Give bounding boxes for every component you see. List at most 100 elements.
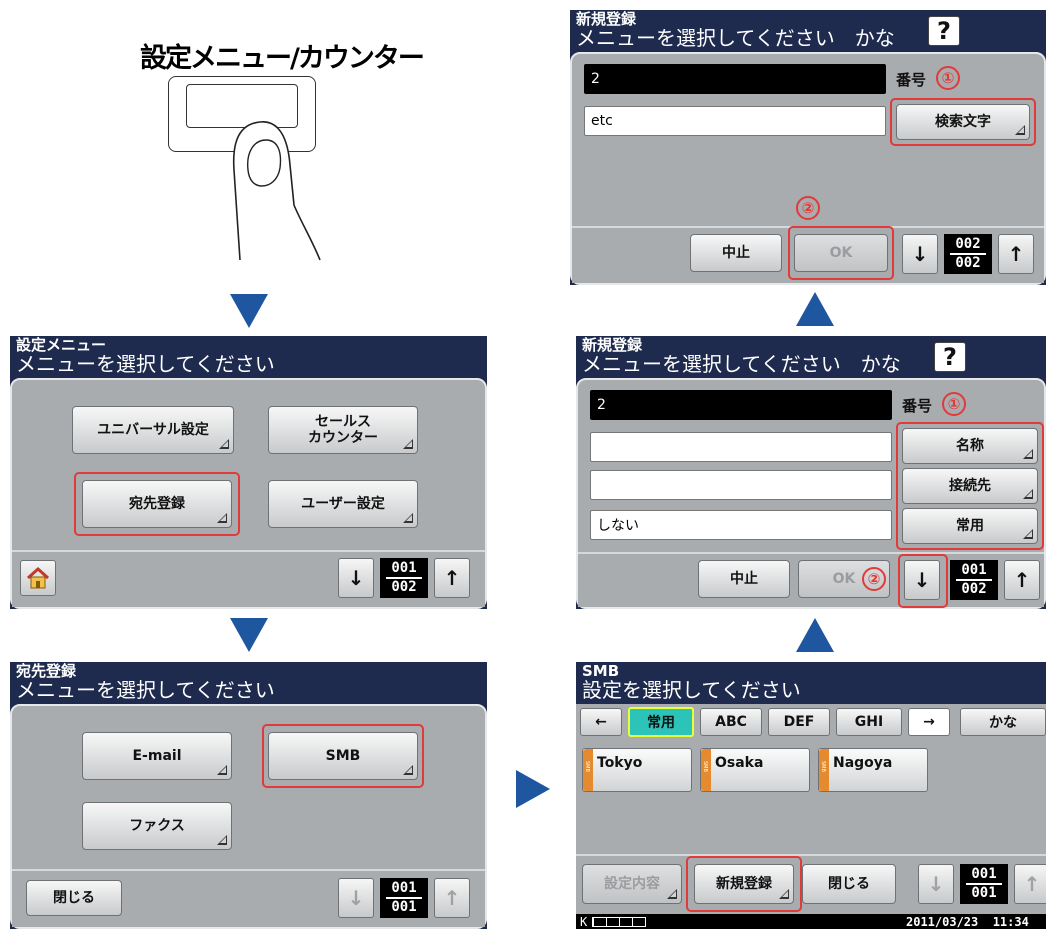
page-down-button[interactable]: ↓	[338, 558, 374, 598]
close-label: 閉じる	[828, 875, 870, 892]
memory-gauge	[592, 917, 646, 927]
panel-title: メニューを選択してください かな	[582, 352, 901, 376]
settings-detail-button[interactable]: 設定内容	[582, 864, 682, 904]
page-total: 001	[971, 885, 997, 901]
destination-name: Osaka	[715, 755, 764, 771]
cancel-button[interactable]: 中止	[698, 560, 790, 598]
page-down-button[interactable]: ↓	[338, 878, 374, 918]
search-char-button[interactable]: 検索文字	[896, 104, 1030, 140]
sales-counter-label-2: カウンター	[308, 430, 378, 446]
number-field[interactable]: 2	[590, 390, 892, 420]
tab-next-button[interactable]: →	[908, 708, 950, 736]
page-indicator: 002 002	[944, 234, 992, 274]
destination-tokyo[interactable]: Tokyo	[582, 748, 692, 792]
common-field[interactable]: しない	[590, 510, 892, 540]
page-total: 001	[391, 899, 417, 915]
name-field[interactable]	[590, 432, 892, 462]
fax-label: ファクス	[129, 817, 185, 834]
page-current: 001	[971, 866, 997, 882]
tab-ghi[interactable]: GHI	[836, 708, 902, 736]
panel-subtitle: 新規登録	[576, 10, 637, 28]
panel-smb-list: SMB 設定を選択してください ← 常用 ABC DEF GHI → かな To…	[576, 662, 1046, 929]
page-indicator: 001 002	[380, 558, 428, 598]
cancel-button[interactable]: 中止	[690, 234, 782, 272]
page-current: 002	[955, 236, 981, 252]
destination-osaka[interactable]: Osaka	[700, 748, 810, 792]
page-total: 002	[391, 579, 417, 595]
device-label: 設定メニュー/カウンター	[140, 43, 425, 74]
step-marker-1: ①	[942, 392, 966, 416]
new-register-button[interactable]: 新規登録	[694, 864, 794, 904]
finger-illustration	[232, 121, 321, 261]
connection-button-label: 接続先	[949, 477, 991, 494]
cancel-label: 中止	[722, 244, 750, 261]
page-indicator: 001 001	[380, 878, 428, 918]
page-total: 002	[961, 581, 987, 597]
page-current: 001	[391, 560, 417, 576]
common-button[interactable]: 常用	[902, 508, 1038, 544]
universal-settings-label: ユニバーサル設定	[97, 421, 209, 438]
page-up-button[interactable]: ↑	[434, 878, 470, 918]
home-button[interactable]	[20, 560, 56, 596]
search-char-field[interactable]: etc	[584, 106, 886, 136]
connection-field[interactable]	[590, 470, 892, 500]
address-register-label: 宛先登録	[129, 495, 185, 512]
search-char-label: 検索文字	[935, 113, 991, 130]
page-indicator: 001 002	[950, 560, 998, 600]
panel-title: 設定を選択してください	[582, 678, 801, 702]
smb-button[interactable]: SMB	[268, 732, 418, 780]
close-label: 閉じる	[53, 889, 95, 906]
panel-subtitle: 宛先登録	[16, 662, 77, 680]
page-down-button[interactable]: ↓	[918, 864, 954, 904]
page-up-button[interactable]: ↑	[434, 558, 470, 598]
user-settings-label: ユーザー設定	[301, 495, 385, 512]
cancel-label: 中止	[730, 570, 758, 587]
page-down-button[interactable]: ↓	[904, 560, 940, 600]
address-register-button[interactable]: 宛先登録	[82, 480, 232, 528]
panel-subtitle: SMB	[582, 662, 620, 680]
universal-settings-button[interactable]: ユニバーサル設定	[72, 406, 234, 454]
flow-arrow-up-1	[796, 618, 834, 652]
sales-counter-button[interactable]: セールス カウンター	[268, 406, 418, 454]
flow-arrow-right	[516, 770, 550, 808]
fax-button[interactable]: ファクス	[82, 802, 232, 850]
page-up-button[interactable]: ↑	[998, 234, 1034, 274]
tab-prev-button[interactable]: ←	[580, 708, 622, 736]
close-button[interactable]: 閉じる	[802, 864, 896, 904]
page-down-button[interactable]: ↓	[902, 234, 938, 274]
destination-name: Tokyo	[597, 755, 643, 771]
smb-type-icon	[701, 749, 711, 791]
tab-def[interactable]: DEF	[768, 708, 830, 736]
close-button[interactable]: 閉じる	[26, 880, 122, 916]
smb-type-icon	[819, 749, 829, 791]
name-button-label: 名称	[956, 437, 984, 454]
page-indicator: 001 001	[960, 864, 1008, 904]
help-button[interactable]: ?	[928, 16, 960, 46]
connection-button[interactable]: 接続先	[902, 468, 1038, 504]
tab-common[interactable]: 常用	[628, 707, 694, 737]
ok-button[interactable]: OK	[794, 234, 888, 272]
tab-kana[interactable]: かな	[960, 708, 1046, 736]
panel-body: ユニバーサル設定 セールス カウンター 宛先登録 ユーザー設定 ↓ 001 00…	[10, 378, 487, 609]
ok-label: OK	[832, 570, 856, 587]
name-button[interactable]: 名称	[902, 428, 1038, 464]
help-button[interactable]: ?	[934, 342, 966, 372]
sales-counter-label-1: セールス	[315, 413, 371, 430]
home-icon	[26, 566, 50, 589]
email-button[interactable]: E-mail	[82, 732, 232, 780]
number-label: 番号	[896, 71, 927, 89]
panel-settings-menu: 設定メニュー メニューを選択してください ユニバーサル設定 セールス カウンター…	[10, 336, 487, 609]
destination-nagoya[interactable]: Nagoya	[818, 748, 928, 792]
number-field[interactable]: 2	[584, 64, 886, 94]
page-up-button[interactable]: ↑	[1014, 864, 1046, 904]
panel-new-register-p2: 新規登録 メニューを選択してください かな ? 2 番号 ① etc 検索文字 …	[570, 10, 1046, 285]
page-total: 002	[955, 255, 981, 271]
panel-title: メニューを選択してください かな	[576, 26, 895, 50]
tab-abc[interactable]: ABC	[700, 708, 762, 736]
user-settings-button[interactable]: ユーザー設定	[268, 480, 418, 528]
page-up-button[interactable]: ↑	[1004, 560, 1040, 600]
ok-label: OK	[829, 244, 853, 261]
flow-arrow-down-2	[230, 618, 268, 652]
smb-label: SMB	[325, 747, 361, 764]
panel-subtitle: 新規登録	[582, 336, 643, 354]
